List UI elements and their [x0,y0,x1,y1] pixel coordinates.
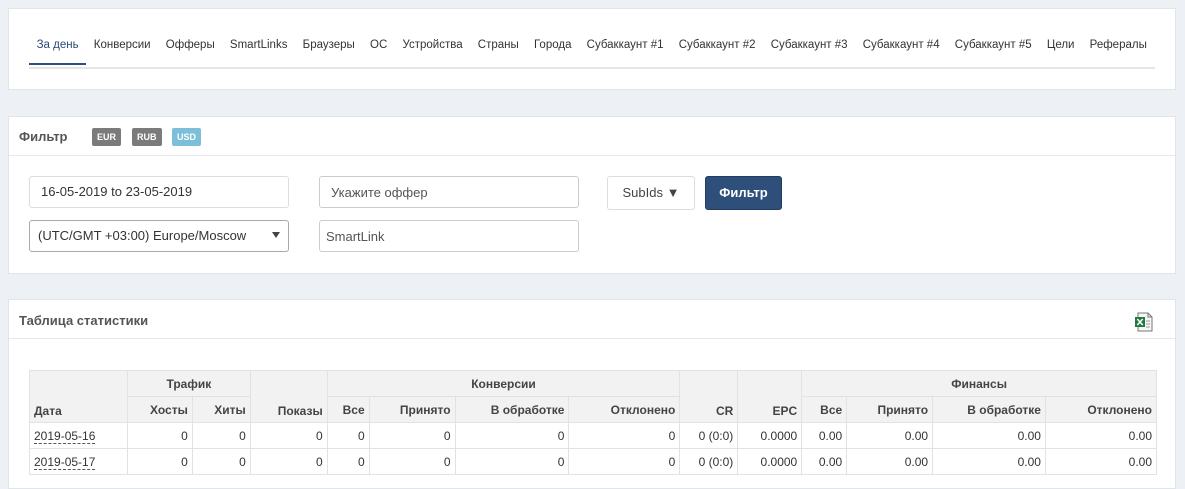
tab-2[interactable]: Офферы [158,35,222,65]
cell-fin-all: 0.00 [801,448,848,475]
cell-fin-all: 0.00 [801,422,848,449]
timezone-select[interactable]: (UTC/GMT +03:00) Europe/Moscow [29,220,289,252]
apply-filter-button[interactable]: Фильтр [705,176,782,210]
cell-epc: 0.0000 [737,422,803,449]
cell-fin-rejected: 0.00 [1044,422,1158,449]
tab-8[interactable]: Города [526,35,579,65]
smartlink-input[interactable] [319,220,579,252]
report-tabs-panel: За день Конверсии Офферы SmartLinks Браузеры… [8,8,1176,90]
tab-0[interactable]: За день [29,35,87,65]
tab-11[interactable]: Субаккаунт #3 [763,35,855,65]
currency-eur-badge[interactable]: EUR [92,128,122,146]
cell-fin-accepted: 0.00 [846,448,934,475]
filter-title: Фильтр [19,129,68,144]
chevron-down-icon [272,232,280,238]
group-traffic: Трафик [126,370,251,397]
column-fin-rejected[interactable]: Отклонено [1044,396,1158,423]
statistics-panel: Таблица статистики Дата Трафик Показы Ко… [8,299,1176,489]
cell-impressions: 0 [249,422,328,449]
cell-fin-rejected: 0.00 [1044,448,1158,475]
excel-export-icon[interactable] [1134,312,1154,332]
filter-panel: Фильтр EUR RUB USD 16-05-2019 to 23-05-2… [8,116,1176,274]
cell-conv-pending: 0 [454,422,570,449]
tab-4[interactable]: Браузеры [295,35,362,65]
cell-conv-rejected: 0 [568,422,681,449]
column-cr[interactable]: CR [679,370,739,423]
cell-hosts: 0 [126,448,193,475]
cell-conv-rejected: 0 [568,448,681,475]
cell-date: 2019-05-16 [29,422,128,449]
cell-fin-accepted: 0.00 [846,422,934,449]
report-tabs: За день Конверсии Офферы SmartLinks Браузеры… [29,35,1155,69]
date-link[interactable]: 2019-05-16 [34,428,96,444]
column-conv-pending[interactable]: В обработке [454,396,570,423]
column-epc[interactable]: EPC [737,370,803,423]
column-fin-all[interactable]: Все [801,396,848,423]
cell-fin-pending: 0.00 [932,448,1046,475]
column-conv-accepted[interactable]: Принято [368,396,456,423]
date-link[interactable]: 2019-05-17 [34,454,96,470]
tab-6[interactable]: Устройства [395,35,470,65]
column-date[interactable]: Дата [29,370,128,423]
currency-usd-badge[interactable]: USD [172,128,202,146]
tab-1[interactable]: Конверсии [86,35,158,65]
column-impressions[interactable]: Показы [249,370,328,423]
tab-15[interactable]: Рефералы [1082,35,1154,65]
cell-conv-accepted: 0 [368,448,456,475]
statistics-table: Дата Трафик Показы Конверсии CR EPC Фина… [29,370,1158,475]
cell-fin-pending: 0.00 [932,422,1046,449]
table-row: 2019-05-16 0 0 0 0 0 0 0 0 (0:0) 0.0000 0.00 0.00 0.… [29,422,1158,449]
tab-3[interactable]: SmartLinks [222,35,295,65]
tab-12[interactable]: Субаккаунт #4 [855,35,947,65]
cell-hosts: 0 [126,422,193,449]
date-range-input[interactable]: 16-05-2019 to 23-05-2019 [29,176,289,208]
column-conv-all[interactable]: Все [326,396,370,423]
tab-14[interactable]: Цели [1039,35,1082,65]
cell-hits: 0 [191,422,251,449]
statistics-header: Таблица статистики [9,300,1175,339]
statistics-title: Таблица статистики [19,313,149,328]
column-fin-pending[interactable]: В обработке [932,396,1046,423]
column-hits[interactable]: Хиты [191,396,251,423]
tab-5[interactable]: ОС [362,35,394,65]
timezone-value: (UTC/GMT +03:00) Europe/Moscow [38,228,247,243]
cell-cr: 0 (0:0) [679,448,739,475]
tab-9[interactable]: Субаккаунт #1 [579,35,671,65]
table-row: 2019-05-17 0 0 0 0 0 0 0 0 (0:0) 0.0000 0.00 0.00 0.… [29,448,1158,475]
cell-conv-accepted: 0 [368,422,456,449]
currency-rub-badge[interactable]: RUB [132,128,162,146]
cell-date: 2019-05-17 [29,448,128,475]
tab-10[interactable]: Субаккаунт #2 [671,35,763,65]
column-conv-rejected[interactable]: Отклонено [568,396,681,423]
cell-conv-all: 0 [326,422,370,449]
cell-conv-pending: 0 [454,448,570,475]
column-fin-accepted[interactable]: Принято [846,396,934,423]
tab-7[interactable]: Страны [470,35,526,65]
tab-13[interactable]: Субаккаунт #5 [947,35,1039,65]
cell-epc: 0.0000 [737,448,803,475]
column-hosts[interactable]: Хосты [126,396,193,423]
cell-hits: 0 [191,448,251,475]
cell-cr: 0 (0:0) [679,422,739,449]
offer-input[interactable] [319,176,579,208]
cell-conv-all: 0 [326,448,370,475]
subids-dropdown-button[interactable]: SubIds ▼ [607,176,695,210]
group-finance: Финансы [801,370,1157,397]
group-conversions: Конверсии [326,370,681,397]
cell-impressions: 0 [249,448,328,475]
filter-header: Фильтр EUR RUB USD [9,117,1175,156]
